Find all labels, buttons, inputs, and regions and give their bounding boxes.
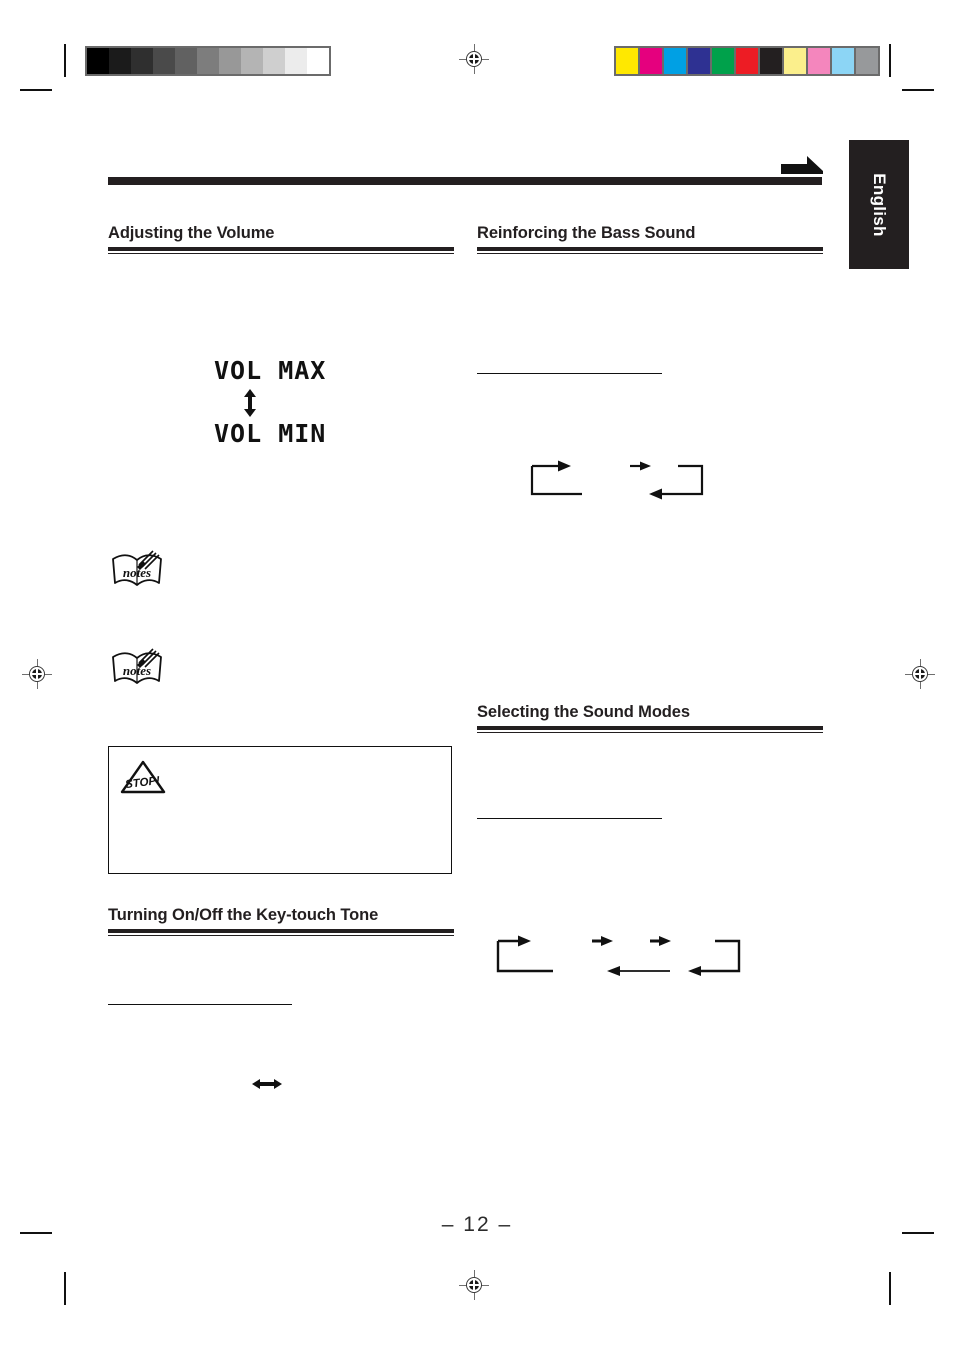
grayscale-patch-4 xyxy=(175,48,197,74)
section-heading-adjusting-volume: Adjusting the Volume xyxy=(108,224,454,255)
registration-mark-bottom xyxy=(459,1270,489,1300)
language-tab: English xyxy=(849,140,909,269)
section-title: Adjusting the Volume xyxy=(108,224,275,242)
color-patch-4 xyxy=(712,48,734,74)
color-patch-10 xyxy=(856,48,878,74)
notes-icon: notes xyxy=(109,647,165,693)
notes-icon: notes xyxy=(109,549,165,595)
section-heading-key-touch-tone: Turning On/Off the Key-touch Tone xyxy=(108,906,454,937)
crop-mark-top-left-horizontal xyxy=(20,89,52,91)
sound-mode-cycle-diagram xyxy=(496,933,796,983)
heading-rule-thick xyxy=(108,247,454,251)
grayscale-patch-5 xyxy=(197,48,219,74)
section-heading-sound-modes: Selecting the Sound Modes xyxy=(477,703,823,734)
caution-box: STOP! xyxy=(108,746,452,874)
subsection-rule xyxy=(477,373,662,375)
heading-rule-thick xyxy=(477,247,823,251)
lcd-display-graphic: VOL MAX VOL MIN xyxy=(214,358,334,446)
lcd-line-vol-min: VOL MIN xyxy=(214,419,327,448)
svg-text:notes: notes xyxy=(123,663,151,678)
up-down-double-arrow-icon xyxy=(242,389,256,417)
color-patch-1 xyxy=(640,48,662,74)
grayscale-patch-1 xyxy=(109,48,131,74)
color-calibration-strip xyxy=(614,46,880,76)
crop-mark-top-left-vertical xyxy=(64,44,66,77)
registration-mark-right xyxy=(905,659,935,689)
svg-text:notes: notes xyxy=(123,565,151,580)
color-patch-2 xyxy=(664,48,686,74)
key-touch-toggle-diagram xyxy=(252,1077,282,1096)
subsection-rule xyxy=(108,1004,292,1006)
color-patch-0 xyxy=(616,48,638,74)
section-title: Reinforcing the Bass Sound xyxy=(477,224,696,242)
grayscale-patch-10 xyxy=(307,48,329,74)
bass-sound-cycle-diagram xyxy=(530,458,750,505)
color-patch-5 xyxy=(736,48,758,74)
heading-rule-thin xyxy=(477,732,823,734)
subsection-rule xyxy=(477,818,662,820)
grayscale-patch-9 xyxy=(285,48,307,74)
grayscale-patch-0 xyxy=(87,48,109,74)
heading-rule-thick xyxy=(477,726,823,730)
crop-mark-bottom-right-vertical xyxy=(889,1272,891,1305)
color-patch-3 xyxy=(688,48,710,74)
heading-rule-thin xyxy=(108,935,454,937)
grayscale-patch-3 xyxy=(153,48,175,74)
page-number: – 12 – xyxy=(441,1213,513,1236)
section-title: Turning On/Off the Key-touch Tone xyxy=(108,906,379,924)
crop-mark-top-right-vertical xyxy=(889,44,891,77)
grayscale-patch-7 xyxy=(241,48,263,74)
color-patch-7 xyxy=(784,48,806,74)
page-direction-arrow-icon xyxy=(781,156,823,178)
color-patch-9 xyxy=(832,48,854,74)
grayscale-patch-2 xyxy=(131,48,153,74)
crop-mark-bottom-left-vertical xyxy=(64,1272,66,1305)
header-rule xyxy=(108,177,822,185)
section-title: Selecting the Sound Modes xyxy=(477,703,690,721)
color-patch-8 xyxy=(808,48,830,74)
section-heading-reinforcing-bass: Reinforcing the Bass Sound xyxy=(477,224,823,255)
language-tab-label: English xyxy=(870,172,889,237)
heading-rule-thin xyxy=(477,253,823,255)
crop-mark-top-right-horizontal xyxy=(902,89,934,91)
registration-mark-left xyxy=(22,659,52,689)
stop-icon: STOP! xyxy=(119,759,167,797)
heading-rule-thick xyxy=(108,929,454,933)
color-patch-6 xyxy=(760,48,782,74)
registration-mark-top xyxy=(459,44,489,74)
grayscale-patch-6 xyxy=(219,48,241,74)
grayscale-calibration-strip xyxy=(85,46,331,76)
lcd-line-vol-max: VOL MAX xyxy=(214,356,327,385)
grayscale-patch-8 xyxy=(263,48,285,74)
manual-page: English Adjusting the Volume VOL MAX VOL… xyxy=(0,0,954,1351)
heading-rule-thin xyxy=(108,253,454,255)
